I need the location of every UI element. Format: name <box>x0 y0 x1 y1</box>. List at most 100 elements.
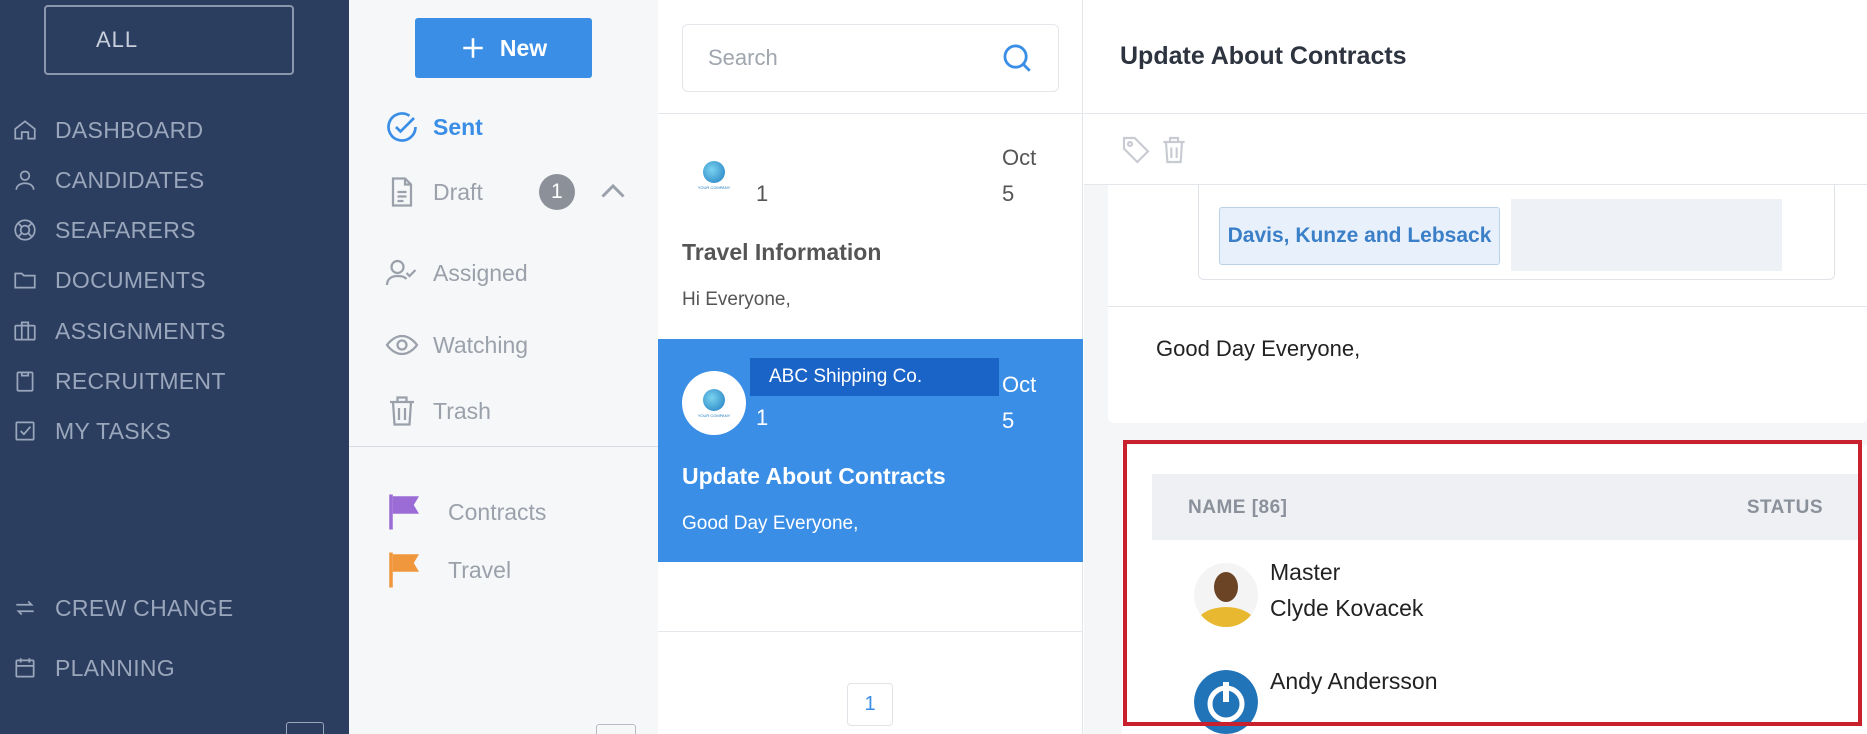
search-icon[interactable] <box>1000 41 1034 75</box>
search-placeholder: Search <box>708 45 778 70</box>
message-date: Oct 5 <box>1002 140 1052 212</box>
message-title: Update About Contracts <box>682 463 946 489</box>
message-preview: Hi Everyone, <box>682 289 791 310</box>
nav-item-label: RECRUITMENT <box>55 367 226 394</box>
folder-label: Sent <box>433 113 483 140</box>
nav-item-label: SEAFARERS <box>55 216 196 243</box>
folder-trash[interactable]: Trash <box>384 388 491 434</box>
recipient-name: Andy Andersson <box>1270 668 1438 694</box>
nav-item-documents[interactable]: DOCUMENTS <box>0 255 349 305</box>
sidebar-collapse-button[interactable] <box>286 722 324 734</box>
recipients-table: NAME [86] STATUS Master Clyde Kovacek An… <box>1122 445 1867 734</box>
plus-icon <box>463 38 483 58</box>
new-message-button[interactable]: New <box>415 18 592 78</box>
company-chip[interactable]: Davis, Kunze and Lebsack <box>1219 207 1500 265</box>
nav-item-crew-change[interactable]: CREW CHANGE <box>0 583 349 633</box>
date-month: Oct <box>1002 372 1037 397</box>
flag-icon <box>389 552 419 588</box>
user-icon <box>15 170 35 190</box>
panel-collapse-button[interactable] <box>596 724 636 734</box>
logo-text: YOUR COMPANY <box>697 184 731 190</box>
label-travel[interactable]: Travel <box>384 548 511 592</box>
detail-header: Update About Contracts <box>1084 0 1867 114</box>
folder-icon <box>14 272 36 289</box>
label-contracts[interactable]: Contracts <box>384 490 546 534</box>
nav-item-label: MY TASKS <box>55 417 172 444</box>
label-name: Travel <box>448 556 512 583</box>
mail-folders-panel: New Sent Draft 1 Assigned Watching Trash… <box>349 0 658 734</box>
briefcase-icon <box>14 321 36 341</box>
nav-item-assignments[interactable]: ASSIGNMENTS <box>0 306 349 356</box>
pagination-page-button[interactable]: 1 <box>847 683 893 726</box>
new-button-label: New <box>499 34 548 61</box>
date-day: 5 <box>1002 408 1015 433</box>
nav-item-label: ASSIGNMENTS <box>55 317 226 344</box>
message-count: 1 <box>756 181 769 206</box>
nav-item-label: CANDIDATES <box>55 166 205 193</box>
message-item[interactable]: YOUR COMPANY 1 Oct 5 Travel Information … <box>658 115 1083 338</box>
swap-icon <box>16 600 34 616</box>
nav-item-planning[interactable]: PLANNING <box>0 643 349 693</box>
folder-label: Watching <box>433 331 529 358</box>
message-body-text: Good Day Everyone, <box>1156 336 1361 361</box>
nav-item-recruitment[interactable]: RECRUITMENT <box>0 356 349 406</box>
message-list: Search YOUR COMPANY 1 Oct 5 Travel Infor… <box>658 0 1083 734</box>
main-sidebar: ALL DASHBOARD CANDIDATES SEAFARERS DOCUM… <box>0 0 349 734</box>
trash-icon[interactable] <box>1158 134 1190 166</box>
folder-draft[interactable]: Draft 1 <box>384 169 644 215</box>
company-chip-placeholder <box>1511 199 1782 271</box>
message-preview: Good Day Everyone, <box>682 513 859 534</box>
nav-item-label: PLANNING <box>55 654 175 681</box>
lifebuoy-icon <box>14 219 36 241</box>
tag-icon[interactable] <box>1120 134 1152 166</box>
chevron-up-icon[interactable] <box>595 174 631 210</box>
nav-item-label: CREW CHANGE <box>55 594 234 621</box>
nav-item-seafarers[interactable]: SEAFARERS <box>0 205 349 255</box>
message-date: Oct 5 <box>1002 367 1052 439</box>
nav-item-my-tasks[interactable]: MY TASKS <box>0 406 349 456</box>
trash-icon <box>390 396 414 426</box>
message-subject: Update About Contracts <box>1120 42 1407 70</box>
avatar <box>1194 563 1258 627</box>
nav-item-candidates[interactable]: CANDIDATES <box>0 155 349 205</box>
folder-label: Assigned <box>433 259 528 286</box>
logo-text: YOUR COMPANY <box>697 412 731 418</box>
folder-divider <box>349 446 658 447</box>
label-name: Contracts <box>448 498 547 525</box>
flag-icon <box>389 494 419 530</box>
checkbox-icon <box>15 421 35 441</box>
recipient-role: Master <box>1270 559 1341 585</box>
recipient-name: Clyde Kovacek <box>1270 595 1424 621</box>
detail-toolbar <box>1084 114 1867 185</box>
card-divider <box>1108 306 1867 307</box>
check-circle-icon <box>387 112 417 142</box>
message-count: 1 <box>756 405 769 430</box>
recipients-header: NAME [86] STATUS <box>1152 474 1859 540</box>
filter-all-button[interactable]: ALL <box>44 5 294 75</box>
date-month: Oct <box>1002 145 1037 170</box>
draft-count-badge: 1 <box>538 174 575 210</box>
company-logo: YOUR COMPANY <box>682 371 746 435</box>
user-check-icon <box>385 259 417 286</box>
search-input[interactable]: Search <box>682 24 1059 92</box>
eye-icon <box>385 334 419 356</box>
folder-assigned[interactable]: Assigned <box>384 250 528 296</box>
folder-label: Draft <box>433 178 483 205</box>
status-column-header[interactable]: STATUS <box>1747 497 1823 519</box>
document-icon <box>391 177 413 207</box>
home-icon <box>14 120 36 140</box>
message-title: Travel Information <box>682 239 882 265</box>
message-detail: Update About Contracts Davis, Kunze and … <box>1084 0 1867 734</box>
name-column-header[interactable]: NAME [86] <box>1188 497 1288 519</box>
message-body-card: Davis, Kunze and Lebsack Good Day Everyo… <box>1108 185 1867 423</box>
calendar-icon <box>15 658 35 678</box>
folder-watching[interactable]: Watching <box>384 322 528 368</box>
clipboard-icon <box>16 371 34 392</box>
nav-item-label: DOCUMENTS <box>55 266 206 293</box>
avatar <box>1194 670 1258 734</box>
folder-sent[interactable]: Sent <box>384 104 483 150</box>
folder-label: Trash <box>433 397 491 424</box>
nav-item-label: DASHBOARD <box>55 116 204 143</box>
nav-item-dashboard[interactable]: DASHBOARD <box>0 105 349 155</box>
company-logo: YOUR COMPANY <box>682 143 746 207</box>
